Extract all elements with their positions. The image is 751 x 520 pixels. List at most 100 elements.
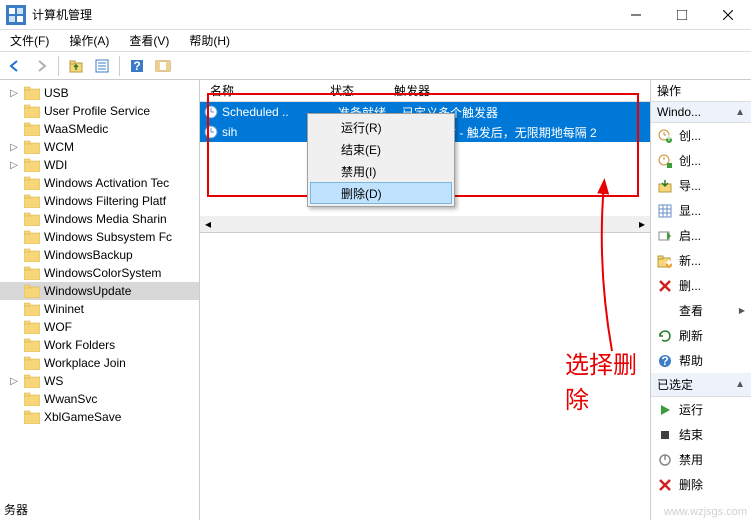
help-button[interactable]: ? — [126, 55, 148, 77]
folder-icon — [24, 302, 40, 316]
action-item[interactable]: + 创... — [651, 123, 751, 148]
app-icon — [6, 5, 26, 25]
menu-bar: 文件(F) 操作(A) 查看(V) 帮助(H) — [0, 30, 751, 52]
tree-item[interactable]: Windows Filtering Platf — [0, 192, 199, 210]
tree-item-label: Wininet — [44, 302, 84, 316]
context-menu-delete[interactable]: 删除(D) — [310, 182, 452, 204]
tree-item-label: WindowsColorSystem — [44, 266, 161, 280]
play-green-icon — [657, 228, 673, 244]
actions-section-header[interactable]: 已选定 ▲ — [651, 373, 751, 397]
toolbar-separator — [119, 56, 120, 76]
action-item[interactable]: ✦ 新... — [651, 248, 751, 273]
menu-file[interactable]: 文件(F) — [6, 30, 53, 51]
svg-text:?: ? — [661, 354, 668, 368]
action-item[interactable]: 刷新 — [651, 323, 751, 348]
forward-button[interactable] — [30, 55, 52, 77]
column-status[interactable]: 状态 — [324, 82, 388, 99]
disable-icon — [657, 452, 673, 468]
task-list-header: 名称 状态 触发器 — [200, 80, 650, 102]
chevron-up-icon: ▲ — [735, 107, 745, 118]
action-item[interactable]: 显... — [651, 198, 751, 223]
grid-icon — [657, 203, 673, 219]
pane-button[interactable] — [152, 55, 174, 77]
action-item[interactable]: 创... — [651, 148, 751, 173]
scroll-right-icon[interactable]: ▸ — [634, 216, 650, 232]
scroll-track[interactable] — [216, 216, 634, 232]
folder-icon — [24, 86, 40, 100]
action-item-label: 新... — [679, 252, 701, 269]
clock-new-icon: + — [657, 128, 673, 144]
folder-icon — [24, 176, 40, 190]
action-item[interactable]: 删... — [651, 273, 751, 298]
context-menu-end[interactable]: 结束(E) — [310, 138, 452, 160]
tree-item[interactable]: WaaSMedic — [0, 120, 199, 138]
folder-tree[interactable]: ▷ USB User Profile ServiceWaaSMedic▷WCM▷WD… — [0, 80, 200, 520]
expand-icon[interactable]: ▷ — [8, 376, 20, 387]
action-item[interactable]: 删除 — [651, 472, 751, 497]
tree-item-label: Work Folders — [44, 338, 115, 352]
menu-view[interactable]: 查看(V) — [125, 30, 173, 51]
expand-icon[interactable]: ▷ — [8, 160, 20, 171]
tree-item-label: Windows Subsystem Fc — [44, 230, 172, 244]
delete-x-icon — [657, 278, 673, 294]
tree-item[interactable]: Work Folders — [0, 336, 199, 354]
scroll-left-icon[interactable]: ◂ — [200, 216, 216, 232]
up-button[interactable] — [65, 55, 87, 77]
actions-section-header[interactable]: Windo... ▲ — [651, 102, 751, 123]
expand-icon[interactable]: ▷ — [8, 142, 20, 153]
tree-item[interactable]: Windows Subsystem Fc — [0, 228, 199, 246]
action-item[interactable]: 查看▶ — [651, 298, 751, 323]
tree-item[interactable]: Wininet — [0, 300, 199, 318]
tree-item-label: Windows Media Sharin — [44, 212, 167, 226]
horizontal-scrollbar[interactable]: ◂ ▸ — [200, 216, 650, 232]
action-item-label: 导... — [679, 177, 701, 194]
action-item[interactable]: 运行 — [651, 397, 751, 422]
context-menu-run[interactable]: 运行(R) — [310, 116, 452, 138]
back-button[interactable] — [4, 55, 26, 77]
action-item-label: 创... — [679, 127, 701, 144]
tree-item[interactable]: ▷WDI — [0, 156, 199, 174]
actions-section-label: 已选定 — [657, 376, 693, 393]
tree-item[interactable]: Workplace Join — [0, 354, 199, 372]
folder-icon — [24, 212, 40, 226]
close-button[interactable] — [705, 0, 751, 30]
tree-item[interactable]: ▷WS — [0, 372, 199, 390]
window-title: 计算机管理 — [32, 6, 613, 23]
action-item[interactable]: 导... — [651, 173, 751, 198]
action-item[interactable]: 结束 — [651, 422, 751, 447]
tree-item[interactable]: ▷ USB — [0, 84, 199, 102]
menu-action[interactable]: 操作(A) — [65, 30, 113, 51]
tree-item[interactable]: Windows Activation Tec — [0, 174, 199, 192]
properties-button[interactable] — [91, 55, 113, 77]
action-item[interactable]: 禁用 — [651, 447, 751, 472]
maximize-button[interactable] — [659, 0, 705, 30]
column-trigger[interactable]: 触发器 — [388, 82, 650, 99]
tree-item-label: USB — [44, 86, 69, 100]
watermark: www.wzjsgs.com — [664, 506, 747, 518]
expand-icon[interactable]: ▷ — [8, 88, 20, 99]
folder-icon — [24, 266, 40, 280]
folder-icon — [24, 158, 40, 172]
refresh-icon — [657, 328, 673, 344]
tree-item[interactable]: XblGameSave — [0, 408, 199, 426]
column-name[interactable]: 名称 — [204, 82, 324, 99]
tree-item[interactable]: User Profile Service — [0, 102, 199, 120]
tree-item-label: Workplace Join — [44, 356, 126, 370]
menu-help[interactable]: 帮助(H) — [185, 30, 234, 51]
tree-item-label: XblGameSave — [44, 410, 121, 424]
tree-item[interactable]: WOF — [0, 318, 199, 336]
tree-item[interactable]: Windows Media Sharin — [0, 210, 199, 228]
action-item[interactable]: 启... — [651, 223, 751, 248]
toolbar: ? — [0, 52, 751, 80]
minimize-button[interactable] — [613, 0, 659, 30]
tree-item[interactable]: WindowsUpdate — [0, 282, 199, 300]
tree-item[interactable]: ▷WCM — [0, 138, 199, 156]
tree-item[interactable]: WwanSvc — [0, 390, 199, 408]
tree-status: 务器 — [0, 499, 32, 520]
delete-x-icon — [657, 477, 673, 493]
context-menu-disable[interactable]: 禁用(I) — [310, 160, 452, 182]
action-item[interactable]: ?帮助 — [651, 348, 751, 373]
tree-item[interactable]: WindowsColorSystem — [0, 264, 199, 282]
tree-item[interactable]: WindowsBackup — [0, 246, 199, 264]
folder-new-icon: ✦ — [657, 253, 673, 269]
